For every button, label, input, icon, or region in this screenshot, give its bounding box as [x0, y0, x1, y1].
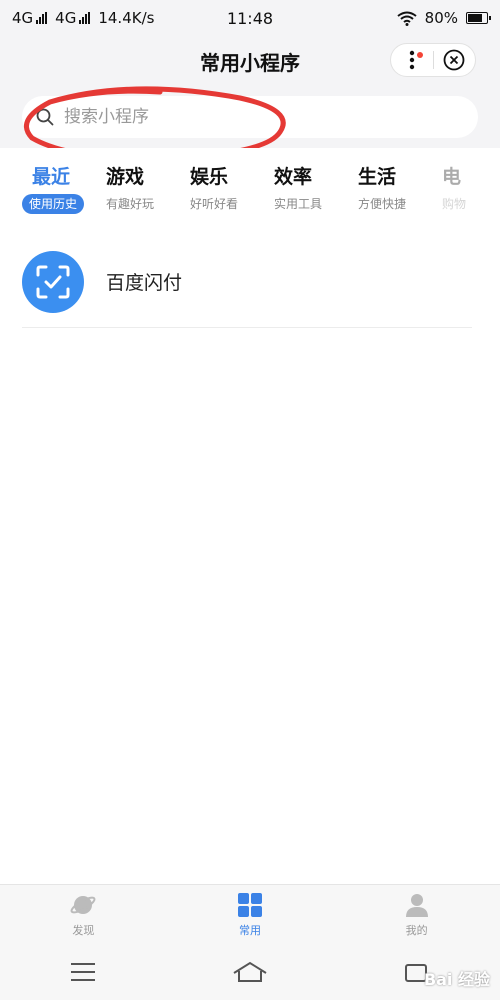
tab-name: 游戏	[106, 166, 145, 188]
wifi-icon	[397, 11, 417, 26]
tab-subtitle: 购物	[442, 197, 467, 211]
tab-games[interactable]: 游戏 有趣好玩	[106, 162, 190, 222]
close-circle-icon	[444, 49, 465, 71]
notification-dot	[417, 52, 423, 58]
search-bar[interactable]	[22, 96, 478, 138]
tab-subtitle: 有趣好玩	[106, 197, 155, 211]
more-button[interactable]	[391, 44, 433, 76]
nav-frequent[interactable]: 常用	[167, 885, 334, 944]
search-input[interactable]	[64, 107, 444, 127]
status-left: 4G 4G 14.4K/s	[12, 9, 154, 27]
tab-recent[interactable]: 最近 使用历史	[22, 162, 106, 222]
signal-1: 4G	[12, 9, 48, 27]
tab-name: 电	[442, 166, 462, 188]
tab-subtitle: 实用工具	[274, 197, 323, 211]
status-bar: 4G 4G 14.4K/s 11:48 80%	[0, 0, 500, 36]
scan-pay-icon	[22, 250, 84, 313]
signal-bars-icon	[36, 12, 48, 24]
status-time: 11:48	[226, 8, 274, 28]
grid-icon	[238, 892, 262, 917]
watermark: Bai 经验	[423, 970, 490, 989]
tab-entertainment[interactable]: 娱乐 好听好看	[190, 162, 274, 222]
search-icon	[36, 108, 54, 126]
tab-name: 最近	[32, 166, 71, 188]
signal-bars-icon	[79, 12, 91, 24]
network-type-2: 4G	[55, 9, 77, 27]
signal-2: 4G	[55, 9, 91, 27]
network-speed: 14.4K/s	[98, 9, 155, 27]
page-title: 常用小程序	[200, 50, 300, 75]
network-type-1: 4G	[12, 9, 34, 27]
category-tabs: 最近 使用历史 游戏 有趣好玩 娱乐 好听好看 效率 实用工具 生活 方便快捷 …	[0, 148, 500, 222]
menu-icon	[71, 963, 96, 981]
tab-subtitle: 使用历史	[22, 194, 85, 214]
status-right: 80%	[397, 9, 491, 27]
tab-subtitle: 方便快捷	[358, 197, 407, 211]
list-item[interactable]: 百度闪付	[22, 236, 472, 328]
user-icon	[405, 893, 428, 917]
bottom-nav: 发现 常用 我的	[0, 884, 500, 944]
home-icon	[233, 961, 267, 982]
nav-mine[interactable]: 我的	[333, 885, 500, 944]
tab-life[interactable]: 生活 方便快捷	[358, 162, 442, 222]
title-bar: 常用小程序	[0, 36, 500, 86]
tab-shopping[interactable]: 电 购物	[442, 162, 500, 222]
nav-label: 发现	[72, 923, 95, 937]
system-nav-bar: Bai 经验	[0, 944, 500, 1000]
tab-subtitle: 好听好看	[190, 197, 239, 211]
nav-discover[interactable]: 发现	[0, 885, 167, 944]
more-vertical-icon	[409, 50, 415, 70]
tab-name: 娱乐	[190, 166, 229, 188]
close-button[interactable]	[434, 44, 475, 76]
tab-name: 生活	[358, 166, 397, 188]
capsule-menu	[390, 43, 476, 77]
planet-icon	[70, 895, 96, 914]
app-name: 百度闪付	[106, 272, 183, 294]
battery-icon	[466, 12, 491, 24]
tab-name: 效率	[274, 166, 313, 188]
menu-button[interactable]	[53, 952, 113, 992]
nav-label: 我的	[405, 923, 428, 937]
nav-label: 常用	[239, 923, 261, 937]
battery-percent: 80%	[424, 9, 458, 27]
main-content: 最近 使用历史 游戏 有趣好玩 娱乐 好听好看 效率 实用工具 生活 方便快捷 …	[0, 148, 500, 884]
home-button[interactable]	[220, 952, 280, 992]
tab-efficiency[interactable]: 效率 实用工具	[274, 162, 358, 222]
